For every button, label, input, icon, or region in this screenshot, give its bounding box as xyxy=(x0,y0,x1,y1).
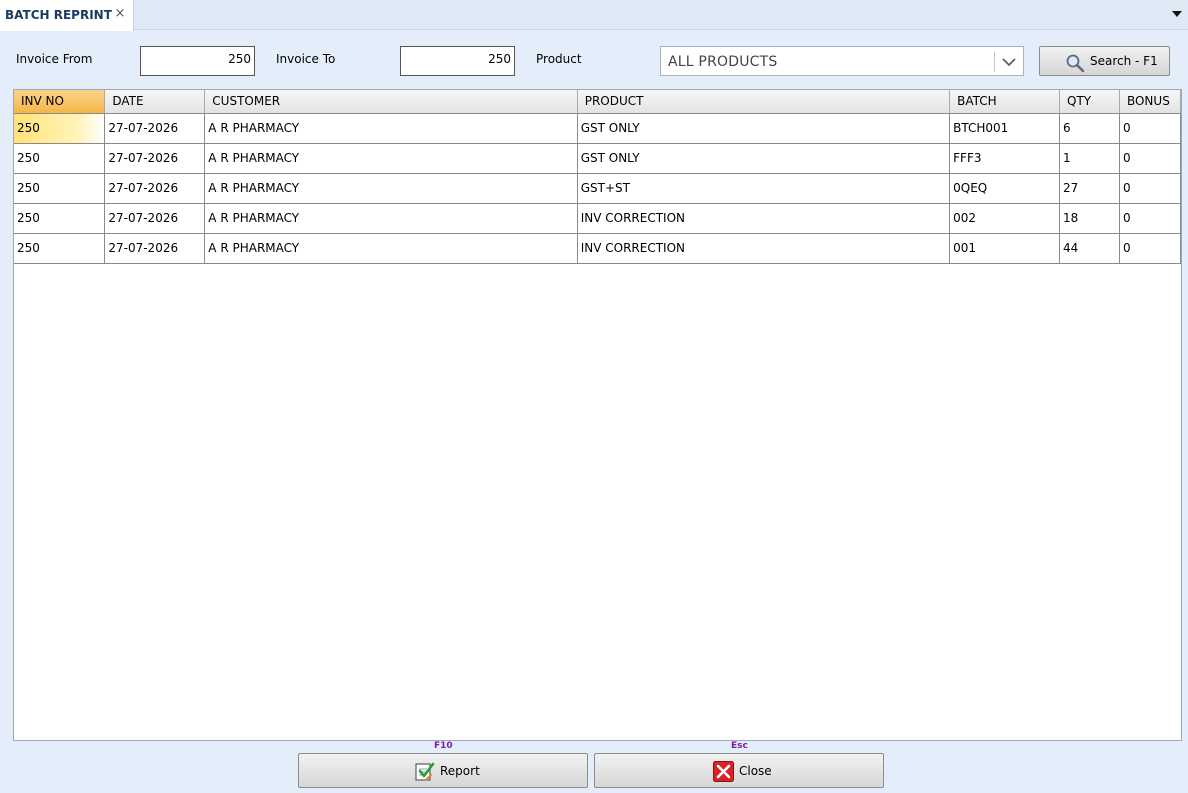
cell-inv-no[interactable]: 250 xyxy=(14,173,106,204)
invoice-from-input[interactable]: 250 xyxy=(140,46,255,76)
report-shortcut-hint: F10 xyxy=(434,741,453,751)
tab-title: BATCH REPRINT xyxy=(5,8,112,22)
cell-qty[interactable]: 18 xyxy=(1059,203,1120,234)
cell-customer[interactable]: A R PHARMACY xyxy=(204,203,578,234)
report-check-icon xyxy=(415,762,435,781)
red-x-close-icon xyxy=(713,761,734,782)
magnifier-icon xyxy=(1066,54,1085,73)
cell-bonus[interactable]: 0 xyxy=(1119,173,1182,204)
invoice-from-label: Invoice From xyxy=(16,52,93,66)
tab-strip: BATCH REPRINT × xyxy=(0,0,1188,31)
cell-date[interactable]: 27-07-2026 xyxy=(104,203,206,234)
cell-bonus[interactable]: 0 xyxy=(1119,113,1182,144)
combo-divider xyxy=(994,52,995,72)
batch-table: INV NO DATE CUSTOMER PRODUCT BATCH QTY B… xyxy=(14,90,1182,264)
cell-customer[interactable]: A R PHARMACY xyxy=(204,143,578,174)
tab-batch-reprint[interactable]: BATCH REPRINT × xyxy=(0,0,134,31)
invoice-to-label: Invoice To xyxy=(276,52,336,66)
cell-customer[interactable]: A R PHARMACY xyxy=(204,113,578,144)
cell-qty[interactable]: 6 xyxy=(1059,113,1120,144)
cell-inv-no[interactable]: 250 xyxy=(14,113,106,144)
cell-inv-no[interactable]: 250 xyxy=(14,203,106,234)
column-header-qty[interactable]: QTY xyxy=(1059,90,1120,114)
column-header-inv-no[interactable]: INV NO xyxy=(14,90,106,114)
invoice-to-input[interactable]: 250 xyxy=(400,46,515,76)
product-label: Product xyxy=(536,52,582,66)
cell-batch[interactable]: FFF3 xyxy=(949,143,1061,174)
invoice-from-value: 250 xyxy=(228,52,251,66)
cell-batch[interactable]: BTCH001 xyxy=(949,113,1061,144)
cell-customer[interactable]: A R PHARMACY xyxy=(204,233,578,264)
report-button[interactable]: Report xyxy=(298,753,588,788)
cell-date[interactable]: 27-07-2026 xyxy=(104,233,206,264)
column-header-bonus[interactable]: BONUS xyxy=(1119,90,1182,114)
cell-customer[interactable]: A R PHARMACY xyxy=(204,173,578,204)
cell-product[interactable]: GST ONLY xyxy=(577,113,951,144)
cell-bonus[interactable]: 0 xyxy=(1119,203,1182,234)
column-header-batch[interactable]: BATCH xyxy=(949,90,1061,114)
cell-batch[interactable]: 0QEQ xyxy=(949,173,1061,204)
cell-qty[interactable]: 1 xyxy=(1059,143,1120,174)
cell-date[interactable]: 27-07-2026 xyxy=(104,143,206,174)
cell-inv-no[interactable]: 250 xyxy=(14,143,106,174)
cell-qty[interactable]: 44 xyxy=(1059,233,1120,264)
search-button[interactable]: Search - F1 xyxy=(1039,46,1170,76)
tab-close-icon[interactable]: × xyxy=(113,6,127,22)
batch-grid[interactable]: INV NO DATE CUSTOMER PRODUCT BATCH QTY B… xyxy=(13,89,1182,741)
close-button-label: Close xyxy=(739,764,772,778)
table-row[interactable]: 250 27-07-2026 A R PHARMACY GST+ST 0QEQ … xyxy=(14,173,1182,204)
cell-batch[interactable]: 001 xyxy=(949,233,1061,264)
cell-bonus[interactable]: 0 xyxy=(1119,233,1182,264)
cell-product[interactable]: INV CORRECTION xyxy=(577,233,951,264)
cell-batch[interactable]: 002 xyxy=(949,203,1061,234)
table-row[interactable]: 250 27-07-2026 A R PHARMACY GST ONLY FFF… xyxy=(14,143,1182,174)
cell-qty[interactable]: 27 xyxy=(1059,173,1120,204)
report-button-label: Report xyxy=(440,764,480,778)
column-header-date[interactable]: DATE xyxy=(104,90,206,114)
cell-date[interactable]: 27-07-2026 xyxy=(104,173,206,204)
product-select[interactable]: ALL PRODUCTS xyxy=(660,46,1024,76)
column-header-product[interactable]: PRODUCT xyxy=(577,90,951,114)
cell-bonus[interactable]: 0 xyxy=(1119,143,1182,174)
chevron-down-icon[interactable] xyxy=(1001,56,1017,68)
table-row[interactable]: 250 27-07-2026 A R PHARMACY GST ONLY BTC… xyxy=(14,113,1182,144)
column-header-customer[interactable]: CUSTOMER xyxy=(204,90,578,114)
search-button-label: Search - F1 xyxy=(1090,54,1158,68)
product-select-value: ALL PRODUCTS xyxy=(668,54,778,70)
close-shortcut-hint: Esc xyxy=(731,741,748,751)
table-row[interactable]: 250 27-07-2026 A R PHARMACY INV CORRECTI… xyxy=(14,203,1182,234)
grid-header-row: INV NO DATE CUSTOMER PRODUCT BATCH QTY B… xyxy=(14,90,1182,114)
cell-product[interactable]: INV CORRECTION xyxy=(577,203,951,234)
tab-menu-dropdown-icon[interactable] xyxy=(1172,11,1182,17)
table-row[interactable]: 250 27-07-2026 A R PHARMACY INV CORRECTI… xyxy=(14,233,1182,264)
cell-product[interactable]: GST ONLY xyxy=(577,143,951,174)
cell-inv-no[interactable]: 250 xyxy=(14,233,106,264)
close-button[interactable]: Close xyxy=(594,753,884,788)
cell-product[interactable]: GST+ST xyxy=(577,173,951,204)
cell-date[interactable]: 27-07-2026 xyxy=(104,113,206,144)
invoice-to-value: 250 xyxy=(488,52,511,66)
